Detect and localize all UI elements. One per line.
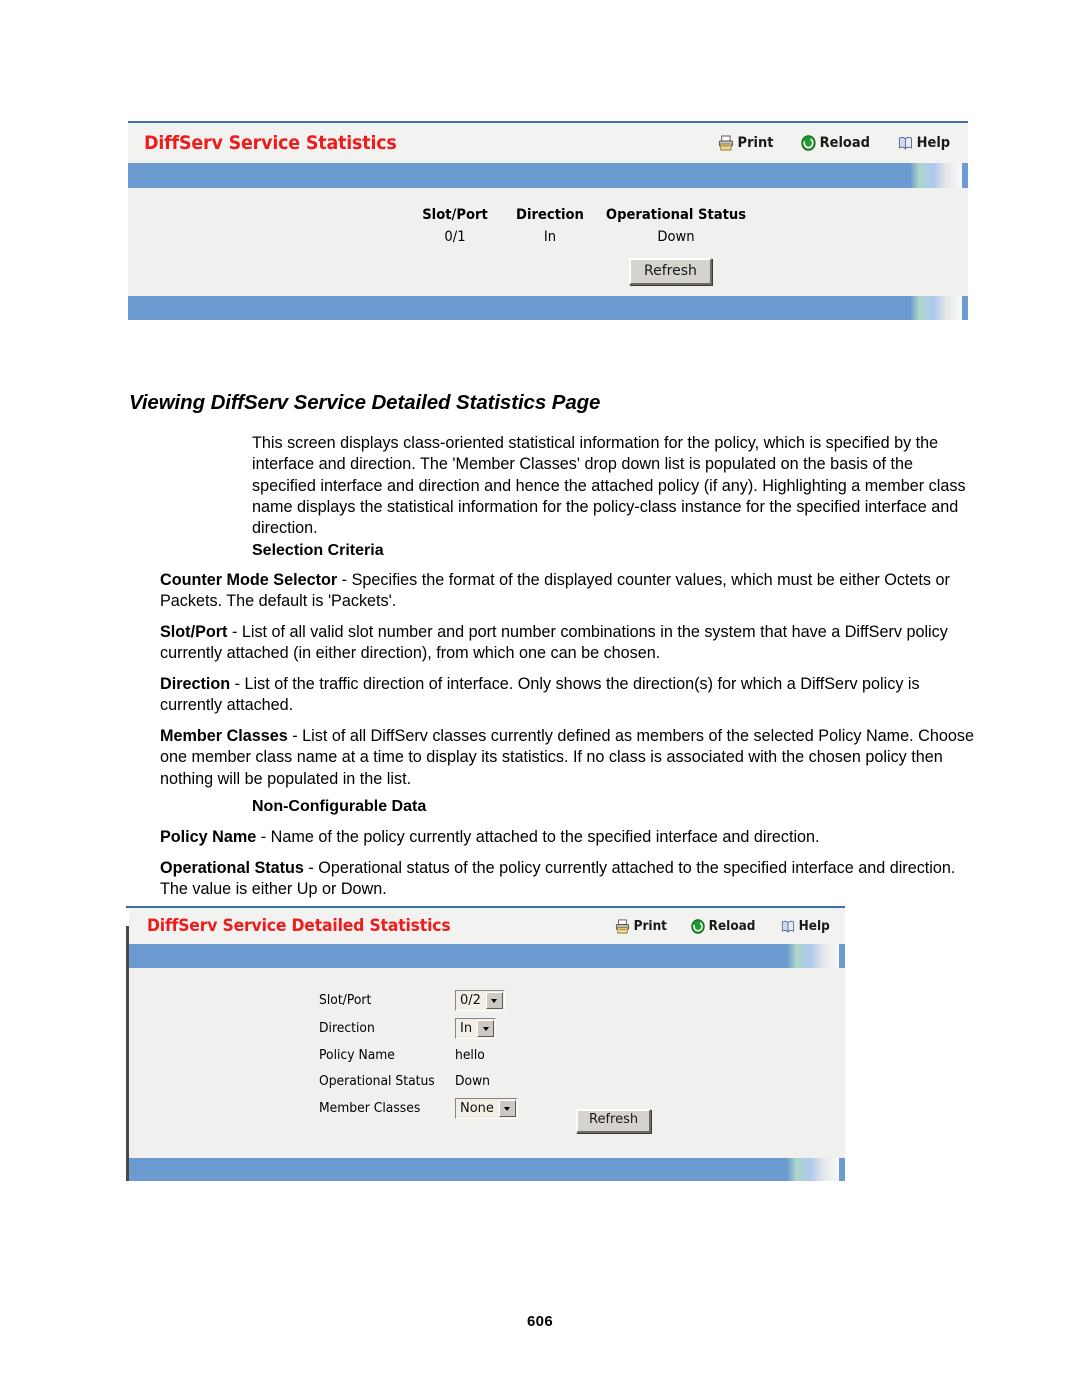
panel-header: DiffServ Service Statistics Print Reload… [128,123,968,163]
panel-bottom-divider-bar [128,296,968,320]
panel-action-bar: Print Reload Help [718,135,954,151]
print-button[interactable]: Print [615,919,667,934]
chevron-down-icon [498,1100,516,1117]
definition-term: Slot/Port [160,623,228,641]
refresh-button[interactable]: Refresh [629,258,712,286]
panel-title: DiffServ Service Detailed Statistics [147,916,451,936]
refresh-button-wrapper: Refresh [629,258,712,286]
chevron-down-icon [477,1020,495,1037]
field-label-operational-status: Operational Status [319,1074,435,1089]
definition-text: - List of the traffic direction of inter… [160,675,920,715]
help-icon [898,135,913,151]
page-title: Viewing DiffServ Service Detailed Statis… [129,391,601,414]
definition-counter-mode-selector: Counter Mode Selector - Specifies the fo… [160,570,980,613]
definition-member-classes: Member Classes - List of all DiffServ cl… [160,726,980,790]
diffserv-service-statistics-screenshot: DiffServ Service Statistics Print Reload… [128,121,968,320]
help-icon [781,919,795,934]
cell-operational-status: Down [657,229,695,245]
column-header-slot-port: Slot/Port [422,207,488,223]
direction-select-value: In [460,1021,473,1036]
slot-port-select[interactable]: 0/2 [455,990,505,1011]
reload-button[interactable]: Reload [691,918,756,934]
refresh-button-wrapper: Refresh [576,1109,652,1133]
panel-header: DiffServ Service Detailed Statistics Pri… [129,908,845,944]
member-classes-select[interactable]: None [455,1098,518,1119]
cell-slot-port: 0/1 [444,229,466,245]
field-label-member-classes: Member Classes [319,1101,421,1116]
statistics-table: Slot/Port Direction Operational Status 0… [406,207,756,245]
slot-port-select-value: 0/2 [460,993,481,1008]
help-button[interactable]: Help [781,918,830,934]
compression-smear [910,296,962,320]
compression-smear [910,163,962,188]
field-label-direction: Direction [319,1021,375,1036]
definition-text: - List of all valid slot number and port… [160,623,948,663]
help-label: Help [916,135,951,151]
chevron-down-icon [485,992,503,1009]
definition-direction: Direction - List of the traffic directio… [160,674,980,717]
page-number: 606 [527,1313,553,1330]
compression-smear [787,1158,839,1181]
section-heading-non-configurable-data: Non-Configurable Data [252,798,427,815]
reload-icon [691,918,705,934]
intro-paragraph: This screen displays class-oriented stat… [252,434,966,538]
definition-operational-status: Operational Status - Operational status … [160,858,980,901]
column-header-direction: Direction [516,207,584,223]
definition-term: Direction [160,675,231,693]
print-label: Print [737,135,774,151]
detailed-statistics-form: Slot/Port 0/2 Direction In Policy Name h… [319,990,518,1119]
definition-text: - Name of the policy currently attached … [256,828,820,846]
panel-title: DiffServ Service Statistics [144,132,397,154]
definition-term: Counter Mode Selector [160,571,338,589]
definition-slot-port: Slot/Port - List of all valid slot numbe… [160,622,980,665]
refresh-button[interactable]: Refresh [576,1109,652,1133]
panel-bottom-divider-bar [129,1158,845,1181]
field-control-member-classes: None [455,1098,518,1119]
operational-status-value: Down [455,1074,491,1089]
help-label: Help [798,918,830,934]
panel-body: Slot/Port Direction Operational Status 0… [128,188,968,296]
field-control-direction: In [455,1018,518,1039]
field-label-policy-name: Policy Name [319,1048,395,1063]
print-icon [615,918,630,934]
panel-body: Slot/Port 0/2 Direction In Policy Name h… [129,968,845,1158]
definition-policy-name: Policy Name - Name of the policy current… [160,827,980,848]
compression-smear [787,944,839,968]
panel-top-divider-bar [129,944,845,968]
field-label-slot-port: Slot/Port [319,993,372,1008]
reload-label: Reload [708,918,756,934]
field-control-policy-name: hello [455,1046,518,1065]
definition-term: Operational Status [160,859,304,877]
reload-icon [801,135,816,151]
definition-term: Member Classes [160,727,288,745]
reload-label: Reload [819,135,870,151]
field-control-operational-status: Down [455,1072,518,1091]
member-classes-select-value: None [460,1101,494,1116]
policy-name-value: hello [455,1048,485,1063]
print-button[interactable]: Print [718,135,774,151]
section-heading-selection-criteria: Selection Criteria [252,542,384,559]
diffserv-service-detailed-statistics-screenshot: DiffServ Service Detailed Statistics Pri… [126,906,845,1181]
reload-button[interactable]: Reload [801,135,870,151]
print-icon [718,135,734,151]
help-button[interactable]: Help [898,135,950,151]
print-label: Print [633,918,668,934]
panel-action-bar: Print Reload Help [615,919,833,934]
direction-select[interactable]: In [455,1018,497,1039]
field-control-slot-port: 0/2 [455,990,518,1011]
column-header-operational-status: Operational Status [605,207,747,223]
cell-direction: In [543,229,557,245]
panel-top-divider-bar [128,163,968,188]
definition-term: Policy Name [160,828,257,846]
